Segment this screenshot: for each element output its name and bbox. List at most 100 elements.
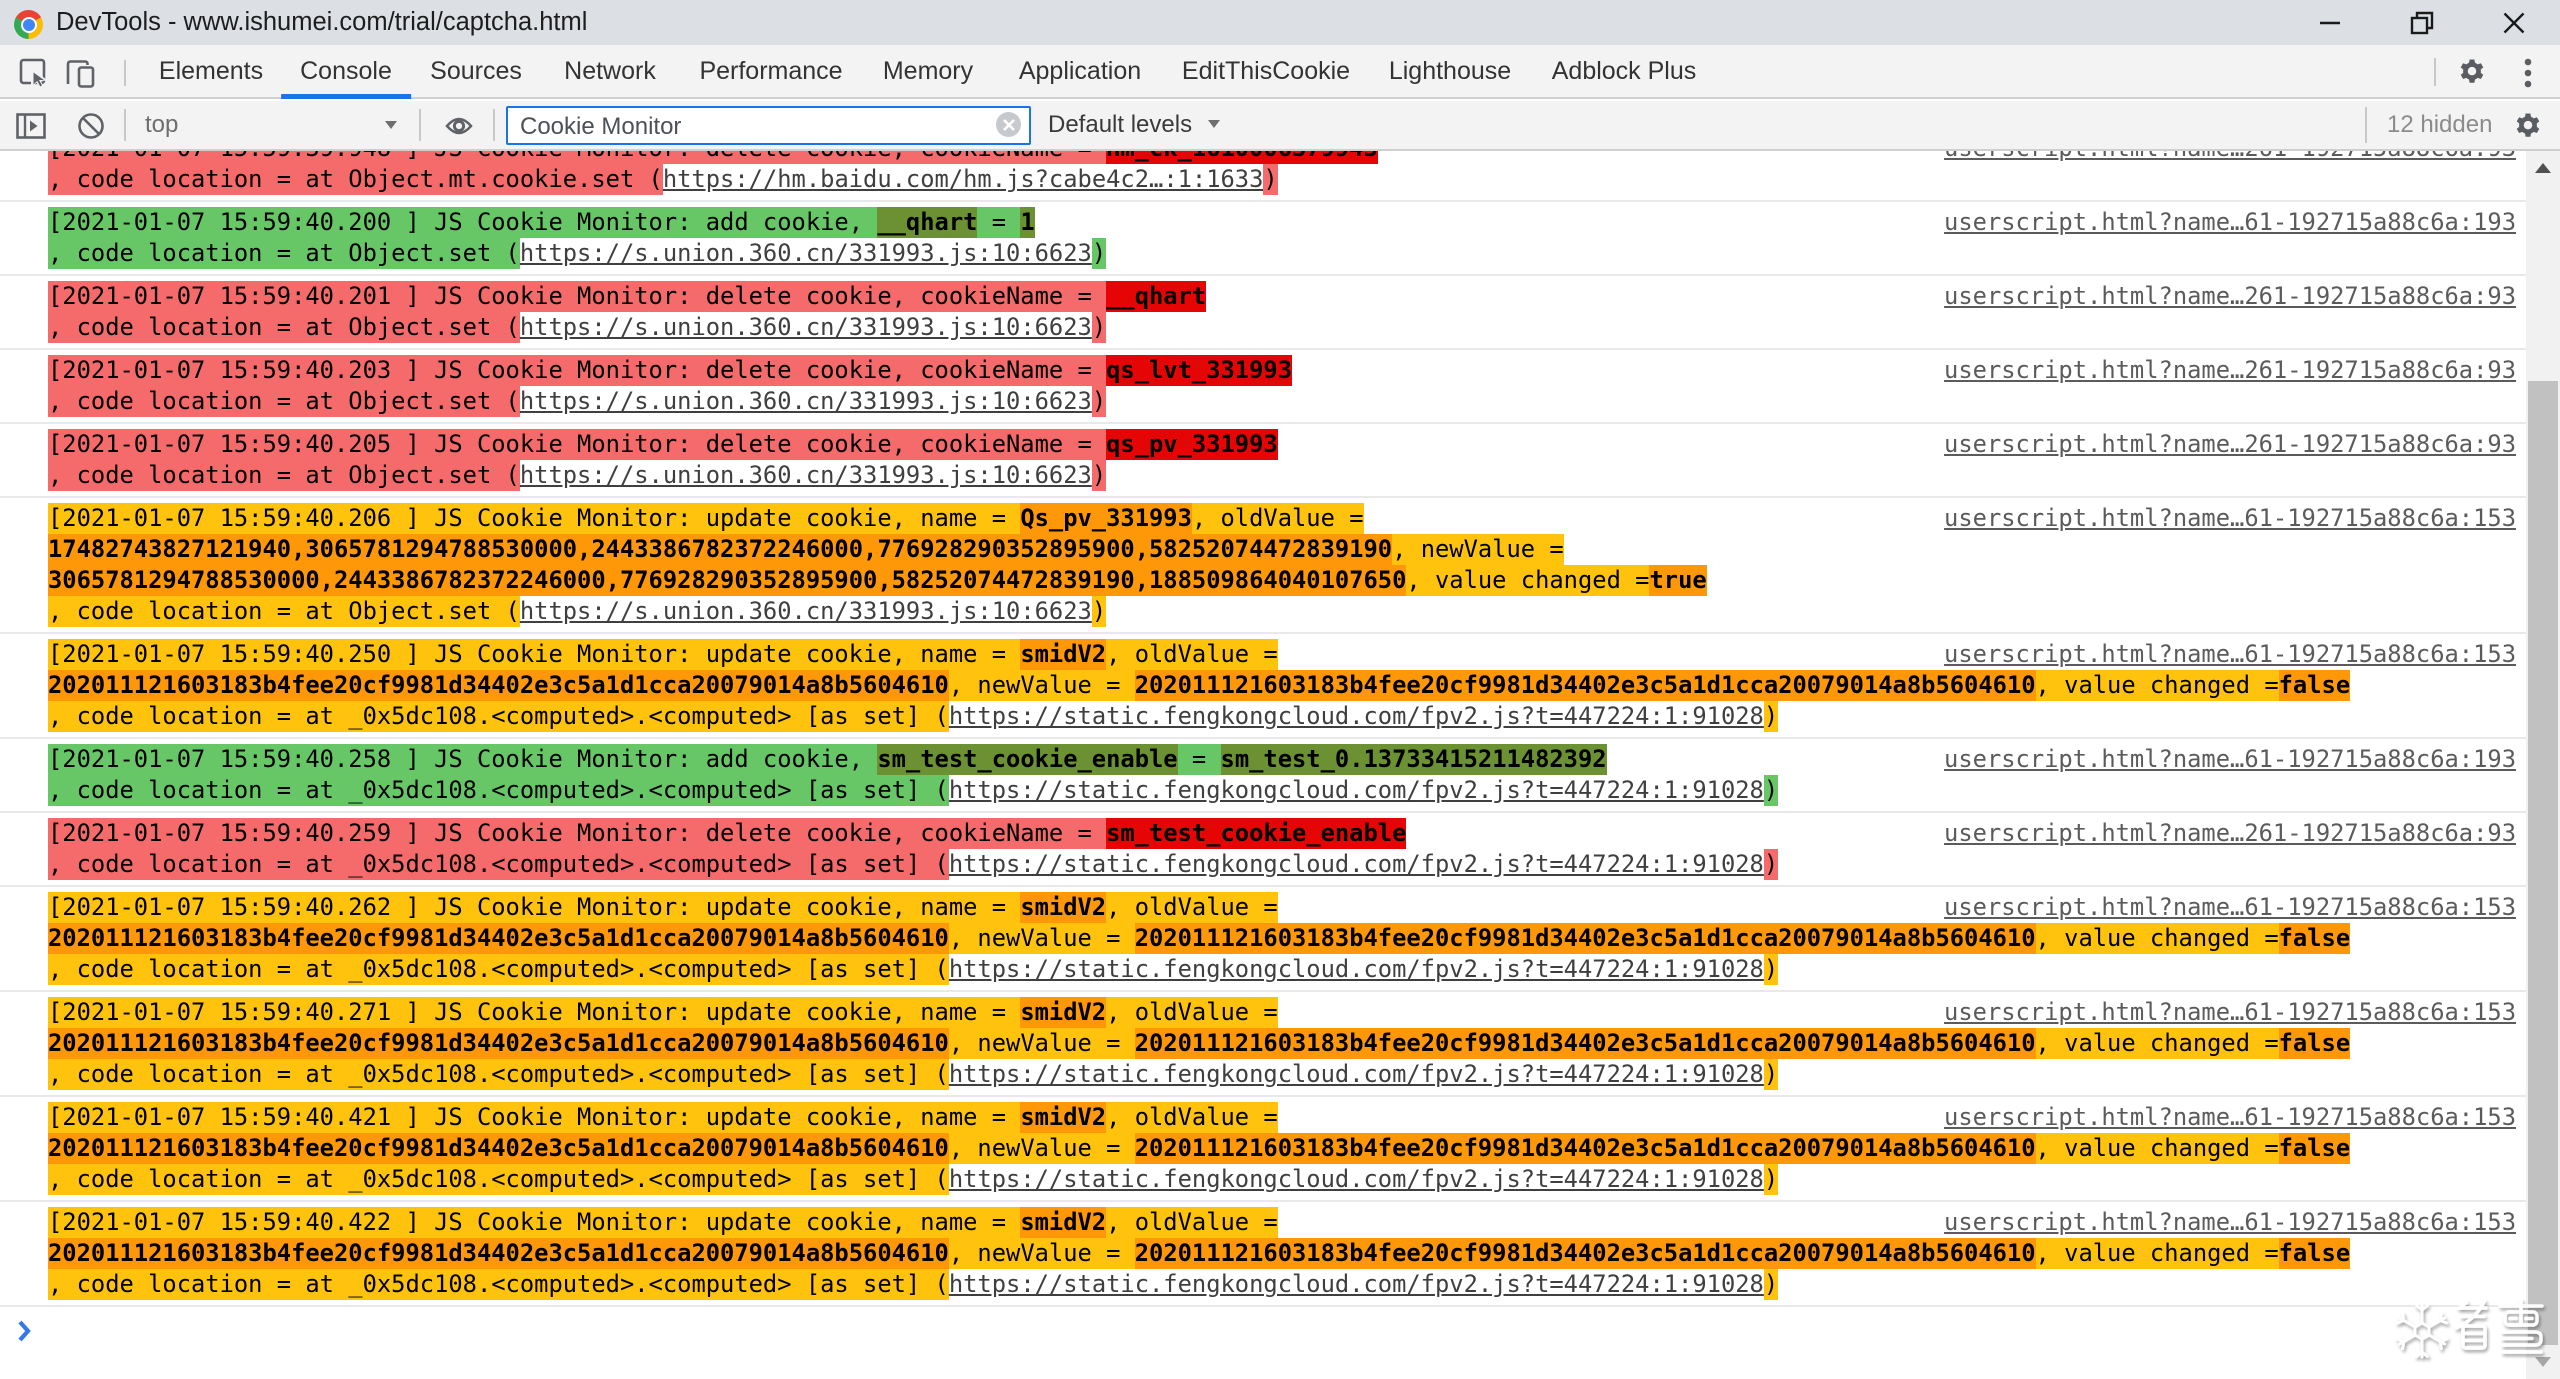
scrollbar-thumb[interactable]	[2528, 381, 2558, 1345]
console-url-link[interactable]: https://hm.baidu.com/hm.js?cabe4c2…:1:16…	[663, 164, 1264, 195]
console-url-link[interactable]: https://s.union.360.cn/331993.js:10:6623	[520, 596, 1092, 627]
context-selector-dropdown[interactable]: top	[145, 101, 400, 149]
console-text-base: )	[1764, 775, 1778, 806]
message-source-link[interactable]: userscript.html?name…61-192715a88c6a:153	[1944, 1207, 2516, 1238]
message-source-link[interactable]: userscript.html?name…61-192715a88c6a:153	[1944, 892, 2516, 923]
title-bar: DevTools - www.ishumei.com/trial/captcha…	[0, 0, 2560, 45]
console-message-delete: [2021-01-07 15:59:40.201 ] JS Cookie Mon…	[0, 276, 2526, 350]
message-source-link[interactable]: userscript.html?name…61-192715a88c6a:153	[1944, 503, 2516, 534]
console-message-line: , code location = at Object.set (https:/…	[0, 596, 2526, 627]
console-text-chip: 202011121603183b4fee20cf9981d34402e3c5a1…	[48, 670, 949, 701]
console-url-link[interactable]: https://s.union.360.cn/331993.js:10:6623	[520, 386, 1092, 417]
tab-sources[interactable]: Sources	[430, 45, 522, 97]
settings-gear-icon[interactable]	[2457, 57, 2487, 87]
chevron-down-icon	[1208, 120, 1220, 128]
message-source-link[interactable]: userscript.html?name…61-192715a88c6a:153	[1944, 639, 2516, 670]
console-message-line: 3065781294788530000,2443386782372246000,…	[0, 565, 2526, 596]
console-url-link[interactable]: https://static.fengkongcloud.com/fpv2.js…	[949, 954, 1764, 985]
create-live-expression-eye-icon[interactable]	[445, 115, 473, 137]
console-url-link[interactable]: https://s.union.360.cn/331993.js:10:6623	[520, 238, 1092, 269]
more-options-kebab-icon[interactable]	[2521, 55, 2535, 91]
scrollbar-up-button[interactable]	[2526, 151, 2560, 185]
inspect-element-icon[interactable]	[19, 58, 51, 90]
context-selector-label: top	[145, 111, 178, 139]
tab-network[interactable]: Network	[564, 45, 656, 97]
console-text-chip: 17482743827121940,3065781294788530000,24…	[48, 534, 1392, 565]
console-message-update: [2021-01-07 15:59:40.262 ] JS Cookie Mon…	[0, 887, 2526, 992]
console-text-base: , code location = at Object.set (	[48, 386, 520, 417]
console-message-update: [2021-01-07 15:59:40.206 ] JS Cookie Mon…	[0, 498, 2526, 634]
console-url-link[interactable]: https://static.fengkongcloud.com/fpv2.js…	[949, 775, 1764, 806]
console-message-update: [2021-01-07 15:59:40.271 ] JS Cookie Mon…	[0, 992, 2526, 1097]
console-toolbar: top Cookie Monitor Default levels 12 hid…	[0, 101, 2560, 151]
console-text-base: , code location = at Object.set (	[48, 238, 520, 269]
console-url-link[interactable]: https://static.fengkongcloud.com/fpv2.js…	[949, 1269, 1764, 1300]
console-text-base: [2021-01-07 15:59:40.262 ] JS Cookie Mon…	[48, 892, 1020, 923]
console-settings-gear-icon[interactable]	[2513, 111, 2543, 141]
console-text-base: , newValue =	[1392, 534, 1564, 565]
vertical-scrollbar[interactable]	[2526, 151, 2560, 1379]
console-text-chip: smidV2	[1020, 639, 1106, 670]
console-url-link[interactable]: https://s.union.360.cn/331993.js:10:6623	[520, 312, 1092, 343]
message-source-link[interactable]: userscript.html?name…261-192715a88c6a:93	[1944, 818, 2516, 849]
message-source-link[interactable]: userscript.html?name…61-192715a88c6a:193	[1944, 207, 2516, 238]
message-source-link[interactable]: userscript.html?name…261-192715a88c6a:93	[1944, 151, 2516, 164]
tab-memory[interactable]: Memory	[883, 45, 973, 97]
tab-adblock-plus[interactable]: Adblock Plus	[1552, 45, 1697, 97]
clear-filter-icon[interactable]	[996, 112, 1021, 137]
console-text-base: , value changed =	[2036, 1238, 2279, 1269]
minimize-button[interactable]	[2284, 0, 2376, 45]
console-url-link[interactable]: https://s.union.360.cn/331993.js:10:6623	[520, 460, 1092, 491]
chrome-logo-core	[23, 19, 35, 31]
console-message-delete: [2021-01-07 15:59:40.205 ] JS Cookie Mon…	[0, 424, 2526, 498]
console-text-base: )	[1764, 849, 1778, 880]
console-message-line: , code location = at _0x5dc108.<computed…	[0, 1269, 2526, 1300]
console-message-line: , code location = at _0x5dc108.<computed…	[0, 701, 2526, 732]
tab-application[interactable]: Application	[1019, 45, 1141, 97]
message-source-link[interactable]: userscript.html?name…261-192715a88c6a:93	[1944, 281, 2516, 312]
console-text-base: , newValue =	[949, 1028, 1135, 1059]
console-text-base: , code location = at _0x5dc108.<computed…	[48, 775, 949, 806]
device-toolbar-icon[interactable]	[65, 58, 99, 90]
console-text-chip: sm_test_cookie_enable	[1106, 818, 1406, 849]
console-text-chip: 202011121603183b4fee20cf9981d34402e3c5a1…	[1135, 1133, 2036, 1164]
console-text-base: , code location = at _0x5dc108.<computed…	[48, 701, 949, 732]
console-prompt[interactable]	[0, 1307, 2526, 1377]
message-source-link[interactable]: userscript.html?name…261-192715a88c6a:93	[1944, 429, 2516, 460]
console-url-link[interactable]: https://static.fengkongcloud.com/fpv2.js…	[949, 1164, 1764, 1195]
console-text-chip: false	[2279, 1133, 2351, 1164]
close-button[interactable]	[2468, 0, 2560, 45]
console-text-chip: 202011121603183b4fee20cf9981d34402e3c5a1…	[48, 1238, 949, 1269]
filter-input-value: Cookie Monitor	[520, 113, 681, 141]
tab-editthiscookie[interactable]: EditThisCookie	[1182, 45, 1350, 97]
message-source-link[interactable]: userscript.html?name…261-192715a88c6a:93	[1944, 355, 2516, 386]
console-url-link[interactable]: https://static.fengkongcloud.com/fpv2.js…	[949, 701, 1764, 732]
console-url-link[interactable]: https://static.fengkongcloud.com/fpv2.js…	[949, 1059, 1764, 1090]
restore-button[interactable]	[2376, 0, 2468, 45]
console-text-base: )	[1092, 460, 1106, 491]
console-text-chip: sm_test_cookie_enable	[877, 744, 1177, 775]
console-url-link[interactable]: https://static.fengkongcloud.com/fpv2.js…	[949, 849, 1764, 880]
toolbar-separator	[2365, 107, 2367, 143]
tab-lighthouse[interactable]: Lighthouse	[1389, 45, 1511, 97]
console-text-chip: 202011121603183b4fee20cf9981d34402e3c5a1…	[1135, 923, 2036, 954]
tabbar-separator	[124, 60, 126, 86]
arrow-up-icon	[2535, 163, 2551, 173]
tab-console[interactable]: Console	[300, 45, 392, 97]
arrow-down-icon	[2535, 1357, 2551, 1367]
console-text-base: , oldValue =	[1106, 892, 1278, 923]
console-text-chip: __qhart	[877, 207, 977, 238]
message-source-link[interactable]: userscript.html?name…61-192715a88c6a:193	[1944, 744, 2516, 775]
filter-input[interactable]: Cookie Monitor	[506, 106, 1031, 145]
console-text-base: , oldValue =	[1106, 1207, 1278, 1238]
scrollbar-down-button[interactable]	[2526, 1345, 2560, 1379]
console-text-base: )	[1764, 1164, 1778, 1195]
console-text-base: [2021-01-07 15:59:40.205 ] JS Cookie Mon…	[48, 429, 1106, 460]
message-source-link[interactable]: userscript.html?name…61-192715a88c6a:153	[1944, 1102, 2516, 1133]
tab-elements[interactable]: Elements	[159, 45, 263, 97]
clear-console-icon[interactable]	[77, 112, 105, 140]
tab-performance[interactable]: Performance	[699, 45, 842, 97]
console-text-base: , code location = at _0x5dc108.<computed…	[48, 849, 949, 880]
show-console-sidebar-icon[interactable]	[16, 113, 46, 139]
message-source-link[interactable]: userscript.html?name…61-192715a88c6a:153	[1944, 997, 2516, 1028]
